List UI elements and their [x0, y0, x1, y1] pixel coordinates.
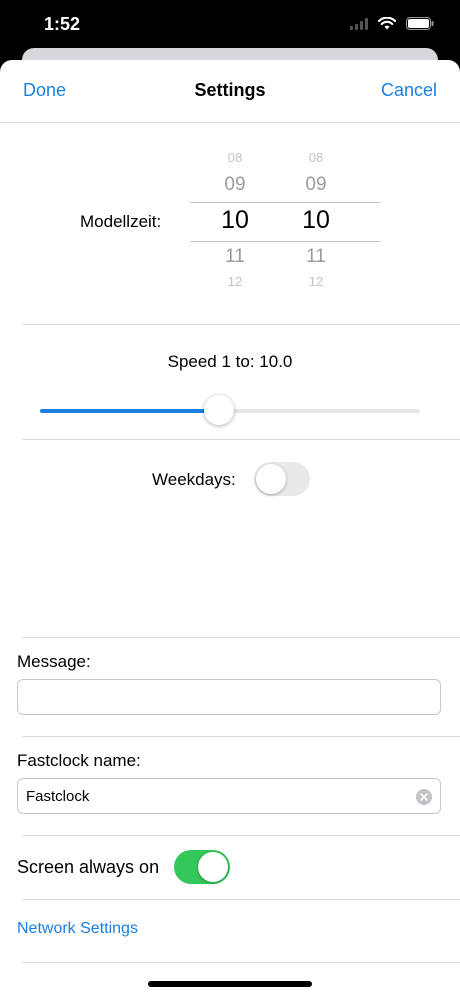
hour-picker-wheel[interactable]: 08 09 10 11 12: [205, 144, 265, 294]
status-time: 1:52: [44, 14, 81, 34]
weekdays-toggle[interactable]: [254, 462, 310, 496]
picker-option: 09: [224, 174, 246, 195]
clear-text-icon[interactable]: [416, 789, 432, 805]
fastclock-name-label: Fastclock name:: [17, 751, 141, 770]
divider: [22, 324, 460, 325]
screen-always-on-toggle[interactable]: [174, 850, 230, 884]
picker-option: 12: [227, 274, 243, 288]
divider: [22, 736, 460, 737]
slider-fill: [40, 409, 219, 413]
cancel-button[interactable]: Cancel: [381, 80, 437, 101]
speed-slider[interactable]: [40, 395, 420, 427]
weekdays-label: Weekdays:: [152, 470, 236, 489]
toggle-knob: [198, 852, 228, 882]
picker-selected-option: 10: [221, 206, 249, 234]
settings-sheet: Done Settings Cancel Modellzeit: 08 09 1…: [0, 60, 460, 996]
message-label: Message:: [17, 652, 91, 671]
battery-icon: [406, 17, 434, 35]
toggle-knob: [256, 464, 286, 494]
status-icons: [350, 16, 434, 35]
speed-label: Speed 1 to: 10.0: [167, 352, 293, 371]
picker-option: 08: [227, 150, 243, 165]
modellzeit-label: Modellzeit:: [80, 212, 162, 231]
fastclock-name-input[interactable]: [26, 779, 406, 813]
picker-option: 12: [308, 274, 324, 288]
screen-always-on-label: Screen always on: [17, 857, 160, 877]
divider: [22, 899, 460, 900]
divider: [22, 637, 460, 638]
network-settings-link[interactable]: Network Settings: [17, 920, 138, 938]
fastclock-name-field[interactable]: [17, 778, 441, 814]
nav-bar: Done Settings Cancel: [0, 60, 460, 123]
picker-selected-option: 10: [302, 206, 330, 234]
minute-picker-wheel[interactable]: 08 09 10 11 12: [286, 144, 346, 294]
picker-option: 11: [225, 246, 245, 267]
status-bar: 1:52: [0, 0, 460, 50]
picker-option: 09: [305, 174, 327, 195]
signal-icon: [350, 17, 368, 35]
message-field[interactable]: [17, 679, 441, 715]
divider: [22, 439, 460, 440]
picker-option: 08: [308, 150, 324, 165]
divider: [22, 835, 460, 836]
wifi-icon: [377, 16, 397, 35]
picker-option: 11: [306, 246, 326, 267]
home-indicator: [148, 981, 312, 987]
slider-thumb[interactable]: [203, 395, 234, 425]
divider: [22, 962, 460, 963]
message-input[interactable]: [26, 680, 406, 714]
